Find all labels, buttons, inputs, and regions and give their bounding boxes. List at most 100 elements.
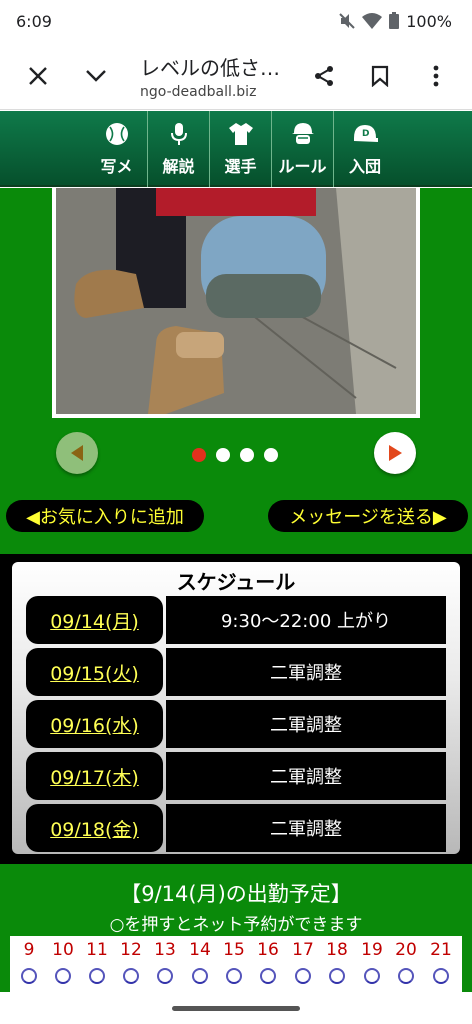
status-bar: 6:09 100%: [0, 0, 472, 42]
photo-image: [56, 188, 416, 414]
reserve-circle-link[interactable]: [192, 968, 208, 984]
schedule-date-link[interactable]: 09/15(火): [26, 648, 163, 696]
schedule-date-link[interactable]: 09/17(木): [26, 752, 163, 800]
cap-icon: D: [354, 125, 378, 142]
hour-label: 13: [154, 940, 176, 960]
schedule-row: 09/18(金) 二軍調整: [26, 804, 446, 852]
reserve-circle-link[interactable]: [398, 968, 414, 984]
minimize-button[interactable]: [72, 52, 120, 100]
reserve-circle-link[interactable]: [329, 968, 345, 984]
hour-slot: 13: [148, 936, 182, 992]
send-message-button[interactable]: メッセージを送る▶: [268, 500, 468, 532]
reserve-circle-link[interactable]: [260, 968, 276, 984]
schedule-desc: 二軍調整: [166, 752, 446, 800]
hour-slot: 16: [251, 936, 285, 992]
schedule-date-link[interactable]: 09/16(水): [26, 700, 163, 748]
hour-slot: 10: [46, 936, 80, 992]
hour-label: 9: [23, 940, 35, 960]
hour-label: 11: [86, 940, 108, 960]
main-content: ◀お気に入りに追加 メッセージを送る▶ スケジュール 09/14(月) 9:30…: [0, 188, 472, 992]
status-time: 6:09: [16, 11, 52, 31]
attendance-title: 【9/14(月)の出勤予定】: [120, 882, 352, 906]
close-tab-button[interactable]: [14, 52, 62, 100]
battery-icon: [389, 12, 400, 29]
schedule-desc: 二軍調整: [166, 804, 446, 852]
schedule-box: スケジュール 09/14(月) 9:30〜22:00 上がり 09/15(火) …: [12, 562, 460, 854]
reserve-circle-link[interactable]: [55, 968, 71, 984]
more-menu-button[interactable]: [412, 52, 460, 100]
nav-label: 入団: [348, 157, 381, 176]
gesture-nav-area: [0, 992, 472, 1024]
home-gesture-bar[interactable]: [172, 1006, 300, 1011]
bookmark-button[interactable]: [356, 52, 404, 100]
hour-label: 17: [292, 940, 314, 960]
nav-label: ルール: [278, 157, 327, 176]
hour-label: 20: [395, 940, 417, 960]
nav-item-players[interactable]: 選手: [210, 111, 272, 187]
umpire-icon: [291, 123, 314, 144]
schedule-title: スケジュール: [176, 570, 296, 594]
schedule-date-link[interactable]: 09/14(月): [26, 596, 163, 644]
hour-slot: 9: [12, 936, 46, 992]
triangle-right-icon: [389, 445, 402, 461]
carousel-next-button[interactable]: [374, 432, 416, 474]
hour-slot: 19: [355, 936, 389, 992]
reserve-circle-link[interactable]: [364, 968, 380, 984]
schedule-row: 09/16(水) 二軍調整: [26, 700, 446, 748]
carousel-dot[interactable]: [240, 448, 254, 462]
nav-label: 選手: [224, 157, 257, 176]
attendance-subtitle: ○を押すとネット予約ができます: [109, 915, 363, 935]
nav-label: 解説: [162, 157, 195, 176]
mute-icon: [339, 13, 355, 29]
page-info[interactable]: レベルの低さ… ngo-deadball.biz: [120, 52, 300, 100]
nav-item-rules[interactable]: ルール: [272, 111, 334, 187]
more-vert-icon: [433, 65, 439, 86]
reserve-circle-link[interactable]: [226, 968, 242, 984]
reserve-circle-link[interactable]: [123, 968, 139, 984]
chevron-down-icon: [86, 69, 106, 82]
svg-text:D: D: [362, 129, 369, 139]
reserve-circle-link[interactable]: [89, 968, 105, 984]
hour-label: 12: [120, 940, 142, 960]
carousel-dot[interactable]: [192, 448, 206, 462]
reserve-circle-link[interactable]: [21, 968, 37, 984]
carousel-prev-button[interactable]: [56, 432, 98, 474]
reserve-circle-link[interactable]: [295, 968, 311, 984]
battery-level: 100%: [406, 11, 452, 31]
nav-item-photos[interactable]: 写メ: [86, 111, 148, 187]
reserve-circle-link[interactable]: [433, 968, 449, 984]
schedule-desc: 二軍調整: [166, 648, 446, 696]
nav-item-join[interactable]: D 入団: [334, 111, 396, 187]
page-url: ngo-deadball.biz: [140, 83, 257, 100]
carousel-dot[interactable]: [216, 448, 230, 462]
share-button[interactable]: [300, 52, 348, 100]
hour-slot: 20: [389, 936, 423, 992]
hour-slot: 14: [183, 936, 217, 992]
uniform-icon: [228, 123, 253, 145]
baseball-icon: [105, 123, 128, 145]
reserve-circle-link[interactable]: [157, 968, 173, 984]
microphone-icon: [170, 123, 187, 145]
schedule-row: 09/17(木) 二軍調整: [26, 752, 446, 800]
site-nav: 写メ 解説 選手 ルール D 入団: [0, 111, 472, 187]
add-favorite-button[interactable]: ◀お気に入りに追加: [6, 500, 204, 532]
status-icons: 100%: [338, 12, 452, 31]
browser-toolbar: レベルの低さ… ngo-deadball.biz: [0, 42, 472, 110]
close-icon: [29, 66, 47, 85]
schedule-desc: 9:30〜22:00 上がり: [166, 596, 446, 644]
nav-item-commentary[interactable]: 解説: [148, 111, 210, 187]
hour-label: 18: [326, 940, 348, 960]
schedule-row: 09/14(月) 9:30〜22:00 上がり: [26, 596, 446, 644]
carousel-dot[interactable]: [264, 448, 278, 462]
schedule-desc: 二軍調整: [166, 700, 446, 748]
bookmark-icon: [371, 65, 389, 87]
nav-label: 写メ: [100, 157, 133, 176]
share-icon: [315, 65, 333, 86]
hour-label: 19: [361, 940, 383, 960]
hour-slot: 12: [114, 936, 148, 992]
schedule-date-link[interactable]: 09/18(金): [26, 804, 163, 852]
hour-slot: 15: [217, 936, 251, 992]
schedule-row: 09/15(火) 二軍調整: [26, 648, 446, 696]
profile-photo[interactable]: [52, 188, 420, 418]
hour-label: 10: [52, 940, 74, 960]
